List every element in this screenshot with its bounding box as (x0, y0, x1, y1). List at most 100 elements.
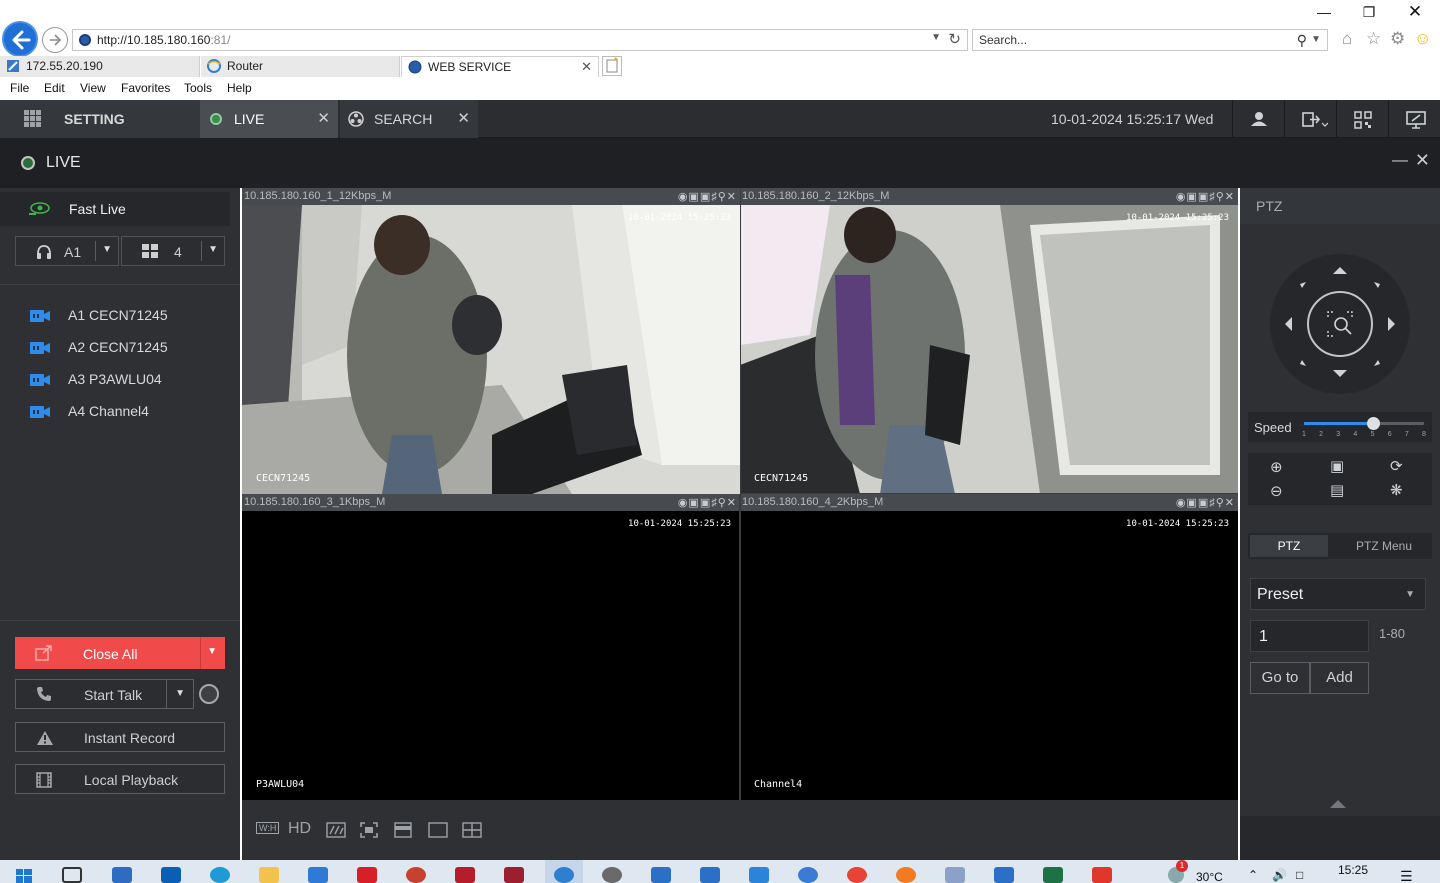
user-button[interactable] (1232, 100, 1284, 138)
red-app-icon[interactable] (357, 867, 377, 883)
store-icon[interactable] (308, 867, 328, 883)
local-playback-button[interactable]: Local Playback (15, 764, 225, 794)
layout-select[interactable]: 4 ▼ (121, 236, 225, 266)
talk-status-toggle[interactable] (199, 684, 219, 704)
collapse-up-icon[interactable] (1330, 800, 1346, 808)
channel-item-a4[interactable]: A4 Channel4 (0, 399, 240, 425)
menu-file[interactable]: File (10, 81, 29, 95)
menu-help[interactable]: Help (227, 81, 252, 95)
add-preset-button[interactable]: Add (1310, 662, 1369, 694)
anydesk-icon[interactable] (1092, 867, 1112, 883)
stream-quality-icon[interactable] (326, 822, 346, 838)
gear-icon[interactable]: ⚙ (1390, 29, 1405, 49)
browser-search-input[interactable]: Search... ⚲ ▼ (972, 29, 1328, 51)
zoom-in-icon[interactable]: ⊕ (1270, 458, 1283, 476)
back-button[interactable] (2, 21, 38, 57)
video-cell-2[interactable]: 10.185.180.160_2_12Kbps_M ◉▣▣♯⚲✕ 10-01-2… (740, 188, 1238, 494)
video-cell-toolbar[interactable]: ◉▣▣♯⚲✕ (1176, 190, 1235, 203)
aspect-ratio-button[interactable]: W:H (256, 822, 280, 834)
task-view-icon[interactable] (62, 867, 82, 883)
video-cell-1[interactable]: 10.185.180.160_1_12Kbps_M ◉▣▣♯⚲✕ 10-01-2… (242, 188, 740, 494)
fullscreen-monitor-button[interactable] (1388, 100, 1440, 138)
minimize-panel-icon[interactable]: — (1392, 152, 1408, 170)
app-window-icon[interactable] (112, 867, 132, 883)
browser-tab-3[interactable]: WEB SERVICE ✕ (401, 56, 599, 77)
menu-edit[interactable]: Edit (44, 81, 65, 95)
firefox-icon[interactable] (896, 867, 916, 883)
iris-open-icon[interactable]: ⟳ (1390, 457, 1403, 475)
preset-select[interactable]: Preset ▼ (1250, 578, 1426, 610)
tool-app-icon[interactable] (504, 867, 524, 883)
settings-gear-icon[interactable] (602, 867, 622, 883)
channel-item-a3[interactable]: A3 P3AWLU04 (0, 367, 240, 393)
menu-tools[interactable]: Tools (184, 81, 212, 95)
excel-icon[interactable] (1043, 867, 1063, 883)
menu-view[interactable]: View (80, 81, 106, 95)
close-all-button[interactable]: Close All ▼ (15, 637, 225, 669)
windows-start-icon[interactable] (16, 869, 32, 883)
chevron-down-icon[interactable]: ▼ (207, 646, 217, 657)
search-dropdown-icon[interactable]: ▼ (1311, 34, 1321, 45)
minimize-window-button[interactable]: — (1310, 4, 1338, 20)
cube-app-icon[interactable] (455, 867, 475, 883)
close-window-button[interactable]: ✕ (1401, 2, 1429, 22)
speed-slider[interactable] (1304, 417, 1424, 430)
iris-close-icon[interactable]: ❋ (1390, 481, 1403, 499)
fit-screen-icon[interactable] (360, 822, 378, 838)
logout-button[interactable] (1284, 100, 1336, 138)
favorites-star-icon[interactable]: ☆ (1366, 29, 1381, 49)
tab-setting[interactable]: SETTING (0, 100, 200, 138)
channel-item-a1[interactable]: A1 CECN71245 (0, 303, 240, 329)
qr-code-button[interactable] (1336, 100, 1388, 138)
preset-number-input[interactable]: 1 (1250, 620, 1369, 652)
refresh-icon[interactable]: ↻ (948, 30, 961, 48)
chevron-up-icon[interactable]: ⌃ (1248, 868, 1258, 882)
file-explorer-icon[interactable] (259, 867, 279, 883)
app-window-icon[interactable] (994, 867, 1014, 883)
browser-tab-2[interactable]: Router (201, 56, 400, 77)
search-icon[interactable]: ⚲ (1297, 32, 1307, 49)
edge-icon[interactable] (210, 867, 230, 883)
app-window-icon[interactable] (651, 867, 671, 883)
stream-select[interactable]: A1 ▼ (15, 236, 119, 266)
ptz-joystick[interactable] (1270, 254, 1410, 394)
tab-ptz[interactable]: PTZ (1250, 535, 1328, 557)
video-cell-toolbar[interactable]: ◉▣▣♯⚲✕ (678, 496, 737, 509)
ve-app-icon[interactable] (749, 867, 769, 883)
smiley-feedback-icon[interactable]: ☺ (1414, 29, 1431, 49)
close-panel-icon[interactable]: ✕ (1415, 150, 1430, 171)
internet-explorer-icon[interactable] (554, 867, 574, 883)
menu-favorites[interactable]: Favorites (121, 81, 170, 95)
app-window-icon[interactable] (700, 867, 720, 883)
speed-slider-handle[interactable] (1366, 417, 1380, 430)
goto-preset-button[interactable]: Go to (1250, 662, 1310, 694)
ptz-center-button[interactable] (1307, 291, 1373, 357)
window-mode-icon[interactable] (394, 822, 412, 838)
video-cell-toolbar[interactable]: ◉▣▣♯⚲✕ (1176, 496, 1235, 509)
address-bar[interactable]: http://10.185.180.160:81/ ▼ ↻ (72, 29, 968, 51)
forward-button[interactable] (42, 27, 68, 53)
single-layout-icon[interactable] (428, 822, 448, 838)
network-icon[interactable]: □ (1296, 868, 1303, 882)
close-tab-icon[interactable]: ✕ (581, 59, 592, 75)
phone-app-icon[interactable] (798, 867, 818, 883)
ball-app-icon[interactable] (406, 867, 426, 883)
browser-tab-1[interactable]: 172.55.20.190 (0, 56, 200, 77)
hd-button[interactable]: HD (288, 820, 311, 838)
tab-ptz-menu[interactable]: PTZ Menu (1338, 535, 1430, 557)
new-tab-button[interactable] (602, 56, 622, 76)
restore-window-button[interactable]: ❐ (1355, 4, 1383, 21)
chrome-icon[interactable] (847, 867, 867, 883)
home-icon[interactable]: ⌂ (1342, 29, 1352, 49)
focus-near-icon[interactable]: ▣ (1330, 457, 1344, 475)
channel-item-a2[interactable]: A2 CECN71245 (0, 335, 240, 361)
focus-far-icon[interactable]: ▤ (1330, 481, 1344, 499)
speaker-icon[interactable]: 🔊 (1272, 868, 1287, 882)
chevron-down-icon[interactable]: ▼ (175, 688, 185, 699)
action-center-icon[interactable]: ☰ (1400, 868, 1413, 883)
instant-record-button[interactable]: Instant Record (15, 722, 225, 752)
outlook-icon[interactable] (161, 867, 181, 883)
close-search-tab-icon[interactable]: ✕ (457, 109, 470, 127)
tab-live[interactable]: LIVE ✕ (200, 100, 338, 138)
quad-layout-icon[interactable] (462, 822, 482, 838)
